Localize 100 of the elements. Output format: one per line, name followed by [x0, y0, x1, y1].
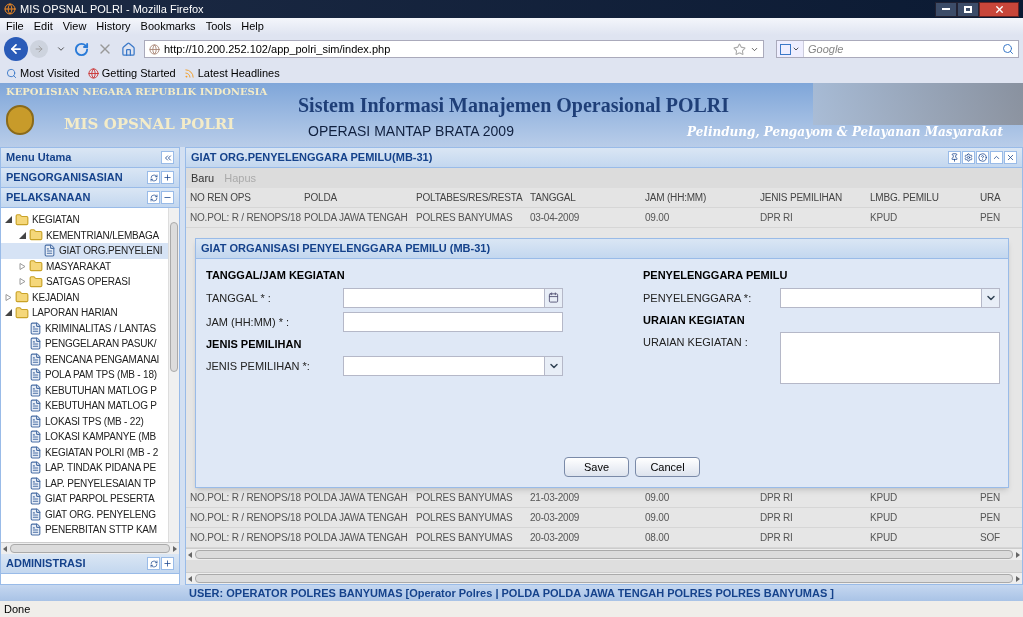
tree-item[interactable]: RENCANA PENGAMANAI	[1, 351, 168, 367]
tree-item[interactable]: KEBUTUHAN MATLOG P	[1, 382, 168, 398]
tree-item[interactable]: SATGAS OPERASI	[1, 274, 168, 290]
toolbar-button[interactable]: Baru	[191, 169, 215, 187]
tree-item[interactable]: KRIMINALITAS / LANTAS	[1, 320, 168, 336]
chevron-up-icon	[992, 153, 1001, 162]
back-button[interactable]	[4, 37, 28, 61]
refresh-button[interactable]	[147, 171, 160, 184]
caret-icon[interactable]	[792, 45, 800, 53]
dialog-button[interactable]: Save	[564, 457, 629, 477]
bookmark-link[interactable]: Most Visited	[6, 64, 80, 82]
refresh-button[interactable]	[147, 557, 160, 570]
maximize-button[interactable]	[957, 1, 979, 17]
scroll-right-icon[interactable]	[1016, 575, 1020, 582]
section-header[interactable]: PENGORGANISASIAN	[1, 168, 179, 188]
calendar-icon[interactable]	[548, 292, 559, 303]
menu-item[interactable]: Bookmarks	[140, 18, 196, 35]
tree-item[interactable]: KEGIATAN	[1, 212, 168, 228]
minimize-button[interactable]	[935, 1, 957, 17]
panel-tool-button[interactable]	[962, 151, 975, 164]
search-icon	[6, 67, 17, 79]
menu-item[interactable]: View	[62, 18, 87, 35]
menu-item[interactable]: Tools	[205, 18, 232, 35]
panel-tool-button[interactable]	[948, 151, 961, 164]
tree-item[interactable]: LOKASI KAMPANYE (MB	[1, 429, 168, 445]
expander-icon[interactable]	[5, 216, 12, 224]
scroll-left-icon[interactable]	[188, 551, 192, 558]
tree-item[interactable]: KEBUTUHAN MATLOG P	[1, 398, 168, 414]
vertical-scrollbar[interactable]	[168, 208, 179, 542]
horizontal-scrollbar[interactable]	[186, 572, 1022, 584]
expander-icon[interactable]	[5, 309, 12, 317]
date-field[interactable]	[343, 287, 563, 308]
panel-tool-button[interactable]	[1004, 151, 1017, 164]
menu-item[interactable]: File	[6, 18, 24, 35]
column-header[interactable]: POLDA	[304, 192, 337, 203]
tree-item[interactable]: LAP. TINDAK PIDANA PE	[1, 460, 168, 476]
section-header[interactable]: PELAKSANAAN	[1, 188, 179, 208]
table-cell: KPUD	[870, 532, 897, 543]
tree-item[interactable]: PENERBITAN STTP KAM	[1, 522, 168, 538]
scroll-left-icon[interactable]	[188, 575, 192, 582]
table-cell: POLRES BANYUMAS	[416, 532, 513, 543]
reload-icon[interactable]	[74, 41, 89, 57]
panel-tool-button[interactable]	[990, 151, 1003, 164]
scroll-right-icon[interactable]	[173, 545, 177, 552]
column-header[interactable]: TANGGAL	[530, 192, 576, 203]
dropdown-field[interactable]	[780, 287, 1000, 308]
column-header[interactable]: POLTABES/RES/RESTA	[416, 192, 523, 203]
dialog-button[interactable]: Cancel	[635, 457, 700, 477]
horizontal-scrollbar[interactable]	[186, 548, 1022, 560]
bookmark-star-icon[interactable]	[733, 42, 746, 56]
search-icon[interactable]	[1002, 43, 1014, 55]
column-header[interactable]: URA	[980, 192, 1001, 203]
bookmark-link[interactable]: Latest Headlines	[183, 64, 280, 82]
text-area[interactable]	[780, 332, 1000, 384]
tree-item[interactable]: KEJADIAN	[1, 289, 168, 305]
tree-item[interactable]: LAP. PENYELESAIAN TP	[1, 475, 168, 491]
dropdown-field[interactable]	[343, 356, 563, 376]
expander-icon[interactable]	[19, 231, 26, 239]
search-field[interactable]: Google	[804, 40, 1002, 58]
refresh-button[interactable]	[147, 191, 160, 204]
menu-item[interactable]: Edit	[33, 18, 53, 35]
tree-item[interactable]: GIAT ORG. PENYELENG	[1, 506, 168, 522]
address-text: http://10.200.252.102/app_polri_sim/index.php	[164, 41, 391, 57]
tree-item[interactable]: LAPORAN HARIAN	[1, 305, 168, 321]
forward-icon	[34, 44, 44, 54]
scroll-right-icon[interactable]	[1016, 551, 1020, 558]
input-field[interactable]	[343, 311, 563, 332]
search-box[interactable]: Google	[776, 40, 1019, 58]
section-header[interactable]: ADMINISTRASI	[1, 554, 179, 574]
column-header[interactable]: NO REN OPS	[190, 192, 251, 203]
scroll-left-icon[interactable]	[3, 545, 7, 552]
tree-item[interactable]: MASYARAKAT	[1, 258, 168, 274]
form-icon	[43, 244, 56, 258]
search-engine-icon[interactable]	[780, 43, 791, 55]
column-header[interactable]: JENIS PEMILIHAN	[760, 192, 843, 203]
tree-item[interactable]: GIAT PARPOL PESERTA	[1, 491, 168, 507]
table-cell: POLDA JAWA TENGAH	[304, 492, 408, 503]
expand-button[interactable]	[161, 171, 174, 184]
collapse-button[interactable]	[161, 191, 174, 204]
tree-item[interactable]: KEMENTRIAN/LEMBAGA	[1, 227, 168, 243]
tree-item[interactable]: GIAT ORG.PENYELENI	[1, 243, 168, 259]
tree-item[interactable]: KEGIATAN POLRI (MB - 2	[1, 444, 168, 460]
address-field[interactable]: http://10.200.252.102/app_polri_sim/index.php	[144, 40, 764, 58]
field-label: URAIAN KEGIATAN :	[643, 335, 749, 350]
expand-button[interactable]	[161, 557, 174, 570]
plus-icon	[163, 173, 172, 182]
close-button[interactable]	[979, 1, 1019, 17]
menu-item[interactable]: Help	[241, 18, 264, 35]
tree-item[interactable]: LOKASI TPS (MB - 22)	[1, 413, 168, 429]
menu-item[interactable]: History	[96, 18, 131, 35]
horizontal-scrollbar[interactable]	[1, 542, 179, 554]
tree-item[interactable]: PENGGELARAN PASUK/	[1, 336, 168, 352]
column-header[interactable]: LMBG. PEMILU	[870, 192, 939, 203]
home-icon[interactable]	[121, 41, 136, 57]
tree-item[interactable]: POLA PAM TPS (MB - 18)	[1, 367, 168, 383]
column-header[interactable]: JAM (HH:MM)	[645, 192, 707, 203]
collapse-button[interactable]	[161, 151, 174, 164]
bookmark-link[interactable]: Getting Started	[87, 64, 176, 82]
panel-tool-button[interactable]	[976, 151, 989, 164]
history-dropdown-icon[interactable]	[56, 44, 66, 54]
